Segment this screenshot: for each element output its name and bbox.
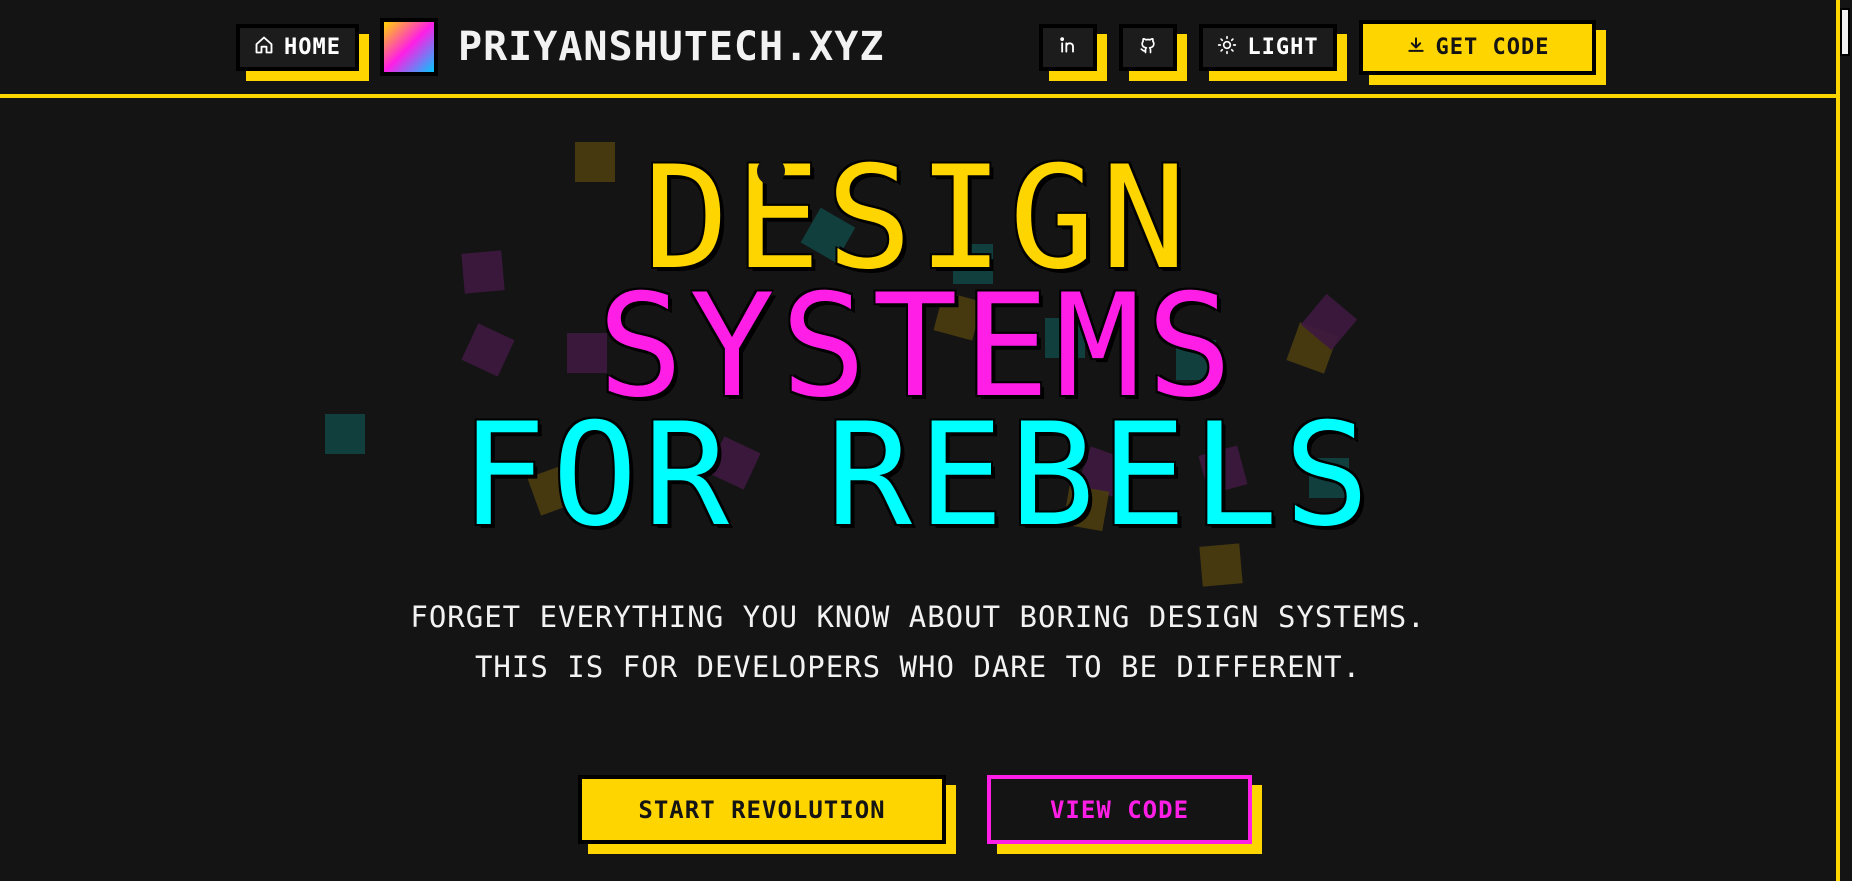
logo-gradient-square[interactable] (380, 18, 438, 76)
get-code-label: GET CODE (1435, 35, 1550, 60)
site-title[interactable]: PRIYANSHUTECH.XYZ (458, 20, 884, 74)
hero-subtitle-line-2: THIS IS FOR DEVELOPERS WHO DARE TO BE DI… (474, 650, 1362, 684)
linkedin-button[interactable] (1039, 24, 1097, 71)
download-icon (1406, 35, 1426, 61)
home-button-label: HOME (284, 35, 341, 60)
hero-subtitle-line-1: FORGET EVERYTHING YOU KNOW ABOUT BORING … (410, 600, 1426, 634)
theme-toggle-label: LIGHT (1247, 35, 1319, 60)
github-button[interactable] (1119, 24, 1177, 71)
theme-toggle-button[interactable]: LIGHT (1199, 24, 1337, 71)
view-code-label: VIEW CODE (1049, 795, 1190, 824)
start-revolution-label: START REVOLUTION (638, 795, 886, 824)
start-revolution-button[interactable]: START REVOLUTION (578, 775, 946, 844)
github-icon (1138, 35, 1158, 61)
view-code-button[interactable]: VIEW CODE (987, 775, 1252, 844)
home-button[interactable]: HOME (236, 24, 359, 71)
sun-icon (1217, 35, 1237, 61)
get-code-button[interactable]: GET CODE (1359, 20, 1596, 75)
home-icon (254, 35, 274, 61)
page-scrollbar[interactable] (1836, 0, 1852, 881)
hero-title-line-3: FOR REBELS (460, 393, 1376, 558)
linkedin-icon (1058, 35, 1078, 61)
top-navbar: HOME PRIYANSHUTECH.XYZ LIGHT GET CODE (0, 0, 1836, 98)
scrollbar-thumb[interactable] (1840, 8, 1850, 56)
decor-dot (757, 157, 785, 185)
